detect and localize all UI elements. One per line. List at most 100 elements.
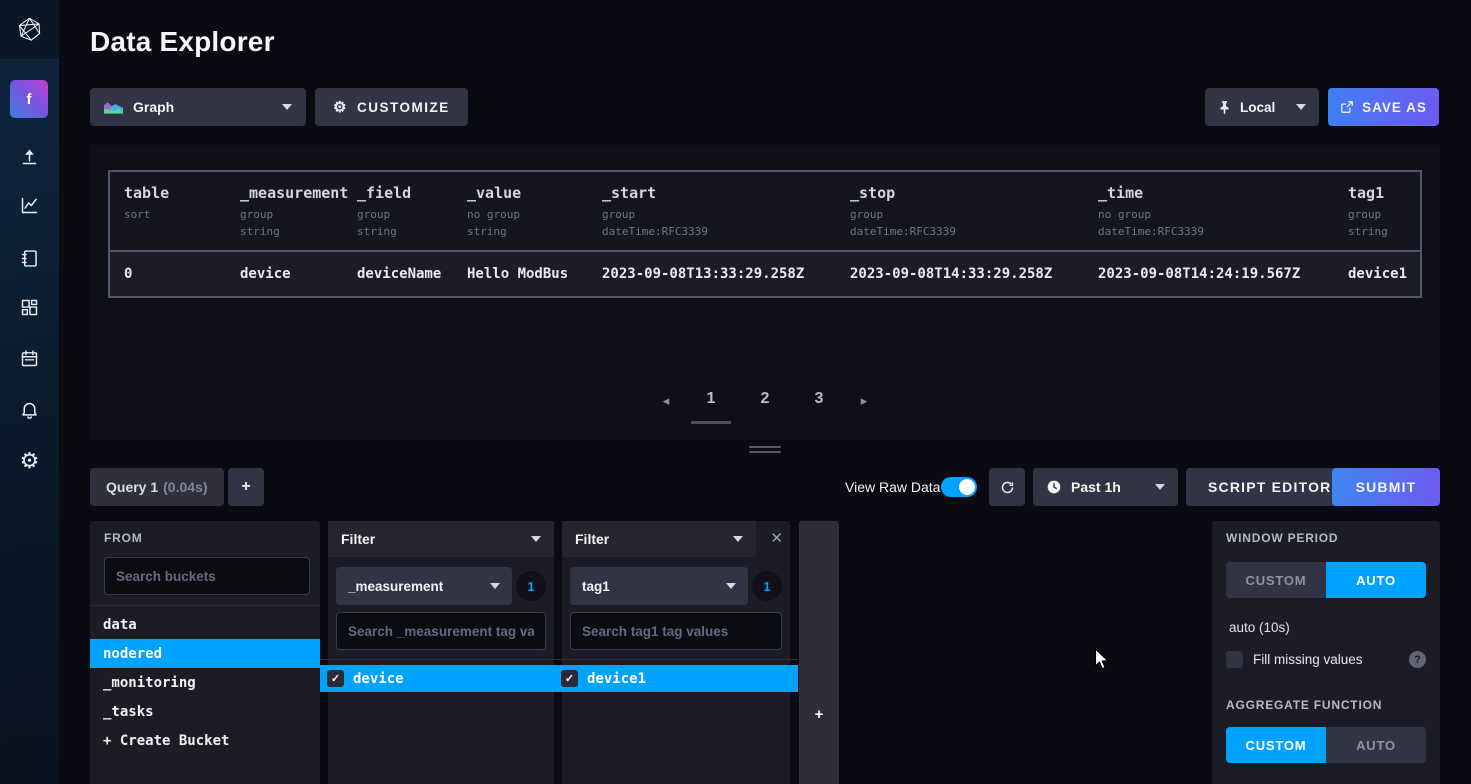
chevron-down-icon <box>1155 484 1165 490</box>
from-panel: FROM data nodered _monitoring _tasks + C… <box>90 521 320 784</box>
cell-field: deviceName <box>343 252 453 296</box>
tag-value-search-input[interactable] <box>336 612 546 650</box>
visualization-type-dropdown[interactable]: Graph <box>90 88 306 126</box>
bucket-search-input[interactable] <box>104 557 310 595</box>
cell-value: Hello ModBus <box>453 252 588 296</box>
toggle-knob <box>959 479 975 495</box>
resize-handle[interactable] <box>749 446 781 456</box>
saved-location-dropdown[interactable]: Local <box>1205 88 1319 126</box>
column-header[interactable]: _measurement <box>240 184 335 202</box>
bucket-list: data nodered _monitoring _tasks + Create… <box>90 605 320 755</box>
cell-start: 2023-09-08T13:33:29.258Z <box>588 252 836 296</box>
save-as-button[interactable]: SAVE AS <box>1328 88 1439 126</box>
sidebar-item-settings[interactable]: ⚙ <box>0 443 59 479</box>
column-header[interactable]: tag1 <box>1348 184 1412 202</box>
pagination-page-3[interactable]: 3 <box>799 390 839 412</box>
bucket-item[interactable]: _monitoring <box>90 668 320 697</box>
checkbox-checked-icon[interactable]: ✓ <box>561 670 578 687</box>
sidebar-item-notebooks[interactable] <box>0 240 59 276</box>
query-tab-duration: (0.04s) <box>163 479 207 495</box>
export-icon <box>1340 100 1354 114</box>
bucket-item-selected[interactable]: nodered <box>90 639 320 668</box>
create-bucket-button[interactable]: + Create Bucket <box>90 726 320 755</box>
column-meta: groupstring <box>357 206 445 240</box>
close-icon[interactable]: ✕ <box>770 529 783 547</box>
cell-time: 2023-09-08T14:24:19.567Z <box>1084 252 1334 296</box>
save-as-label: SAVE AS <box>1362 100 1427 115</box>
filter-title: Filter <box>341 531 375 547</box>
time-range-dropdown[interactable]: Past 1h <box>1033 468 1178 506</box>
column-header[interactable]: table <box>124 184 218 202</box>
influxdb-logo[interactable] <box>0 0 59 59</box>
selected-count-badge: 1 <box>516 571 546 601</box>
tag-key-label: _measurement <box>348 579 443 594</box>
tag-value-row-selected[interactable]: ✓ device <box>320 665 562 692</box>
column-meta: no groupstring <box>467 206 580 240</box>
column-header[interactable]: _field <box>357 184 445 202</box>
dashboards-icon <box>19 297 40 318</box>
gear-icon: ⚙ <box>333 100 348 115</box>
upload-icon <box>19 146 40 167</box>
window-custom-button[interactable]: CUSTOM <box>1226 562 1326 598</box>
calendar-icon <box>19 348 40 369</box>
clock-icon <box>1046 479 1062 495</box>
plus-icon: + <box>241 478 250 496</box>
add-filter-card-button[interactable]: + <box>799 521 839 784</box>
bucket-item[interactable]: data <box>90 610 320 639</box>
sidebar-item-dashboards[interactable] <box>0 289 59 325</box>
pagination-next-icon[interactable]: ▸ <box>853 393 875 409</box>
tag-value-search-input[interactable] <box>570 612 782 650</box>
column-header[interactable]: _value <box>467 184 580 202</box>
avatar-letter: f <box>27 91 32 108</box>
filter-panel-measurement: Filter _measurement 1 ✓ device <box>328 521 554 784</box>
aggregate-custom-button[interactable]: CUSTOM <box>1226 727 1326 763</box>
column-meta: sort <box>124 206 218 223</box>
pagination-prev-icon[interactable]: ◂ <box>655 393 677 409</box>
line-chart-icon <box>19 195 40 216</box>
pagination-page-1[interactable]: 1 <box>691 390 731 412</box>
chevron-down-icon <box>490 583 500 589</box>
user-avatar[interactable]: f <box>10 80 48 118</box>
tag-key-dropdown[interactable]: tag1 <box>570 567 748 605</box>
tag-key-dropdown[interactable]: _measurement <box>336 567 512 605</box>
tag-value-row-selected[interactable]: ✓ device1 <box>554 665 798 692</box>
table-header-row: table sort _measurement groupstring _field… <box>110 172 1420 252</box>
pin-icon <box>1218 100 1231 115</box>
filter-type-dropdown[interactable]: Filter <box>562 521 756 557</box>
refresh-button[interactable] <box>989 468 1025 506</box>
chevron-down-icon <box>531 536 541 542</box>
aggregate-auto-button[interactable]: AUTO <box>1326 727 1426 763</box>
window-auto-button[interactable]: AUTO <box>1326 562 1426 598</box>
help-icon[interactable]: ? <box>1409 651 1426 668</box>
cell-stop: 2023-09-08T14:33:29.258Z <box>836 252 1084 296</box>
window-period-panel: WINDOW PERIOD CUSTOM AUTO auto (10s) Fil… <box>1212 521 1440 784</box>
script-editor-label: SCRIPT EDITOR <box>1208 479 1331 495</box>
pagination-page-2[interactable]: 2 <box>745 390 785 412</box>
visualization-type-label: Graph <box>133 99 174 115</box>
script-editor-button[interactable]: SCRIPT EDITOR <box>1186 468 1353 506</box>
column-header[interactable]: _stop <box>850 184 1076 202</box>
tag-value-list: ✓ device1 <box>554 659 798 692</box>
column-header[interactable]: _time <box>1098 184 1326 202</box>
column-meta: groupdateTime:RFC3339 <box>850 206 1076 240</box>
filter-title: Filter <box>575 531 609 547</box>
time-range-label: Past 1h <box>1071 479 1121 495</box>
sidebar-item-alerts[interactable] <box>0 392 59 428</box>
sidebar-item-data-explorer[interactable] <box>0 187 59 223</box>
filter-type-dropdown[interactable]: Filter <box>328 521 554 557</box>
chevron-down-icon <box>726 583 736 589</box>
add-query-button[interactable]: + <box>228 468 264 506</box>
customize-button[interactable]: ⚙ CUSTOMIZE <box>315 88 468 126</box>
checkbox-unchecked[interactable] <box>1226 651 1243 668</box>
column-header[interactable]: _start <box>602 184 828 202</box>
sidebar-item-tasks[interactable] <box>0 340 59 376</box>
chevron-down-icon <box>282 104 292 110</box>
tag-value-list: ✓ device <box>320 659 562 692</box>
view-raw-data-toggle[interactable] <box>941 477 977 497</box>
query-tab[interactable]: Query 1 (0.04s) <box>90 468 224 506</box>
checkbox-checked-icon[interactable]: ✓ <box>327 670 344 687</box>
chevron-down-icon <box>733 536 743 542</box>
submit-button[interactable]: SUBMIT <box>1332 468 1440 506</box>
bucket-item[interactable]: _tasks <box>90 697 320 726</box>
sidebar-item-upload[interactable] <box>0 138 59 174</box>
